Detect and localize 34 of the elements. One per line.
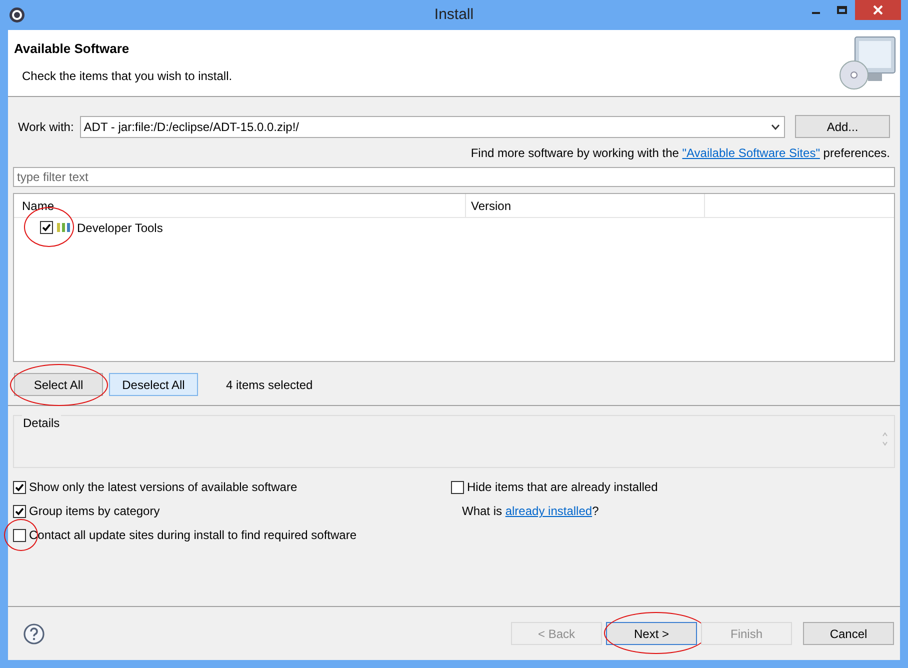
close-button[interactable] [855,0,901,20]
tree-item-label[interactable]: Developer Tools [77,218,163,236]
checkbox[interactable] [13,480,26,494]
selection-button[interactable]: Select All [14,373,103,396]
already-installed-link[interactable]: already installed [505,504,592,518]
checkbox[interactable] [451,480,464,494]
column-header[interactable]: Name [14,194,466,217]
filter-field[interactable]: type filter text [13,167,895,187]
option-label[interactable]: Hide items that are already installed [467,478,658,496]
available-sites-link[interactable]: "Available Software Sites" [682,146,820,160]
checkbox[interactable] [13,528,26,542]
wizard-button[interactable]: Cancel [803,622,894,645]
app-gear-icon [8,6,26,24]
selection-count: 4 items selected [226,376,313,394]
window-title: Install [434,4,474,25]
header-subtitle: Check the items that you wish to install. [21,68,232,84]
selection-button[interactable]: Deselect All [109,373,198,396]
header-title: Available Software [14,40,130,58]
checkbox[interactable] [40,221,53,234]
work-with-label: Work with: [18,118,74,136]
option-label[interactable]: Group items by category [29,502,160,520]
feature-icon [56,222,72,233]
option-label[interactable]: Show only the latest versions of available software [29,478,298,496]
what-is-text: What is already installed? [461,503,600,520]
close-icon [873,5,883,15]
sites-hint: Find more software by working with the "Available Software Sites" preferences. [470,145,891,162]
wizard-button[interactable]: Next > [606,622,697,645]
dropdown-caret-icon [771,124,780,130]
column-header[interactable]: Version [466,194,705,217]
help-icon[interactable] [23,622,45,644]
scroll-arrows-icon [882,432,888,446]
work-with-combo[interactable]: ADT - jar:file:/D:/eclipse/ADT-15.0.0.zip!/ [80,116,785,138]
checkbox[interactable] [13,504,26,518]
add-button[interactable]: Add... [795,115,890,138]
